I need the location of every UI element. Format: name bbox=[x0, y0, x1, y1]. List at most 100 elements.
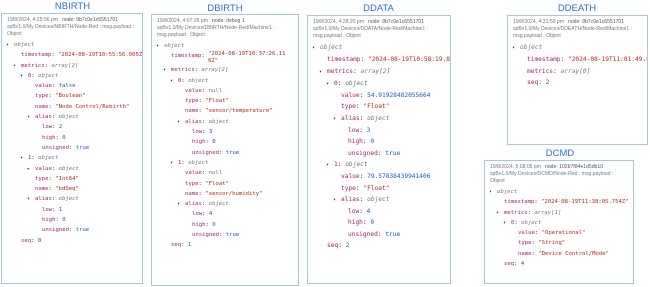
expand-toggle-icon[interactable]: ▾ bbox=[163, 65, 171, 75]
nbirth-payload-tree: ▾ object timestamp: "2024-08-19T10:55:56.0… bbox=[2, 38, 142, 246]
key-separator: : bbox=[51, 165, 59, 172]
property-key: unsigned bbox=[42, 144, 69, 151]
expand-toggle-icon[interactable]: ▾ bbox=[312, 43, 320, 54]
expand-toggle-icon[interactable]: ▾ bbox=[333, 195, 341, 206]
tree-row[interactable]: ▾ 1: object bbox=[312, 159, 450, 171]
expand-toggle-icon[interactable]: ▾ bbox=[20, 71, 28, 81]
property-key: unsigned bbox=[192, 232, 219, 239]
tree-row: name: "Device Control/Mode" bbox=[489, 249, 633, 259]
property-key: alias bbox=[341, 114, 360, 122]
tree-row[interactable]: ▾ 0: object bbox=[312, 78, 450, 90]
tree-row[interactable]: ▾ metrics: array[2] bbox=[312, 66, 450, 78]
tree-row[interactable]: ▾ object bbox=[512, 42, 647, 54]
property-key: name bbox=[185, 190, 199, 197]
key-separator: : bbox=[51, 114, 59, 121]
expand-toggle-icon[interactable]: ▾ bbox=[27, 112, 35, 122]
value-type: object bbox=[345, 160, 368, 168]
expand-toggle-icon[interactable]: ▾ bbox=[319, 67, 327, 78]
value-type: array[2] bbox=[360, 67, 391, 75]
expand-toggle-icon[interactable]: ▾ bbox=[496, 208, 504, 218]
property-value: 4 bbox=[366, 208, 371, 216]
tree-row[interactable]: ▾ 0: object bbox=[156, 76, 298, 86]
tree-row: seq: 2 bbox=[312, 240, 450, 251]
tree-row[interactable]: ▾ 0: object bbox=[6, 71, 142, 81]
expand-toggle-icon[interactable]: ▾ bbox=[489, 187, 497, 197]
property-value: 2 bbox=[545, 78, 550, 86]
value-type: array[2] bbox=[201, 67, 229, 74]
key-separator: : bbox=[359, 208, 367, 216]
tree-row[interactable]: ▾ object bbox=[6, 40, 142, 50]
value-type: object bbox=[320, 44, 343, 51]
tree-row[interactable]: ▾ object bbox=[489, 187, 633, 197]
value-type: object bbox=[367, 114, 390, 122]
tree-row[interactable]: ▾ 0: object bbox=[489, 218, 633, 228]
property-key: type bbox=[341, 103, 356, 111]
property-value: true bbox=[75, 144, 90, 151]
property-key: unsigned bbox=[42, 227, 69, 234]
expand-toggle-icon[interactable]: ▾ bbox=[503, 218, 511, 228]
tree-row[interactable]: ▾ alias: object bbox=[156, 199, 298, 209]
node-id[interactable]: node: debug 1 bbox=[212, 18, 245, 24]
key-separator: : bbox=[201, 87, 209, 94]
property-value: "2024-08-19T11:01:49.877Z" bbox=[567, 56, 647, 64]
tree-row: metrics: array[0] bbox=[512, 66, 647, 77]
tree-row: type: "Float" bbox=[312, 183, 450, 194]
property-key: low bbox=[348, 127, 360, 135]
tree-row[interactable]: ▾ metrics: array[1] bbox=[489, 208, 633, 218]
ddeath-header: 19/8/2024, 4:31:50 pm node: 9b7c0e1c65517… bbox=[508, 16, 647, 40]
tree-row[interactable]: ▾ alias: object bbox=[312, 113, 450, 125]
node-id[interactable]: node: 9b7c0e1c6551701 bbox=[368, 19, 424, 25]
tree-row[interactable]: ▾ alias: object bbox=[6, 112, 142, 122]
payload-type: Object bbox=[490, 178, 505, 184]
tree-row[interactable]: ▾ metrics: array[2] bbox=[156, 65, 298, 75]
expand-toggle-icon[interactable]: ▾ bbox=[326, 79, 334, 90]
property-value: true bbox=[385, 230, 401, 238]
node-id[interactable]: node: 102b7f84e1d5db10 bbox=[545, 164, 603, 170]
tree-row[interactable]: ▾ 1: object bbox=[6, 153, 142, 163]
dcmd-payload-tree: ▾ object timestamp: "2024-08-19T11:38:05.7… bbox=[485, 185, 633, 269]
property-key: type bbox=[185, 180, 199, 187]
property-key: timestamp bbox=[21, 52, 52, 59]
payload-type: msg.payload : Object bbox=[513, 33, 561, 39]
key-separator: : bbox=[359, 195, 368, 203]
tree-row: high: 0 bbox=[156, 220, 298, 230]
expand-toggle-icon[interactable]: ▾ bbox=[326, 160, 334, 171]
collapse-toggle-icon[interactable]: ▸ bbox=[27, 164, 35, 174]
property-key: unsigned bbox=[348, 230, 378, 238]
expand-toggle-icon[interactable]: ▾ bbox=[13, 61, 21, 71]
expand-toggle-icon[interactable]: ▾ bbox=[20, 153, 28, 163]
value-type: object bbox=[164, 43, 185, 49]
expand-toggle-icon[interactable]: ▾ bbox=[177, 199, 185, 209]
expand-toggle-icon[interactable]: ▾ bbox=[512, 43, 520, 54]
expand-toggle-icon[interactable]: ▾ bbox=[27, 194, 35, 204]
property-key: metrics bbox=[171, 67, 195, 74]
tree-row: high: 0 bbox=[156, 137, 298, 147]
tree-row[interactable]: ▾ object bbox=[312, 42, 450, 54]
tree-row[interactable]: ▾ 1: object bbox=[156, 158, 298, 168]
node-id[interactable]: node: 9b7c0e1c6551701 bbox=[568, 19, 624, 25]
tree-row[interactable]: ▸ value: object bbox=[6, 164, 142, 174]
expand-toggle-icon[interactable]: ▾ bbox=[170, 158, 178, 168]
expand-toggle-icon[interactable]: ▾ bbox=[170, 76, 178, 86]
tree-row[interactable]: ▾ object bbox=[156, 41, 298, 51]
payload-type: msg.payload : Object bbox=[313, 33, 361, 39]
value-type: object bbox=[367, 195, 390, 203]
tree-row[interactable]: ▾ alias: object bbox=[6, 194, 142, 204]
key-separator: : bbox=[359, 92, 368, 100]
property-key: high bbox=[42, 134, 56, 141]
tree-row[interactable]: ▾ alias: object bbox=[156, 117, 298, 127]
message-topic: spBv1.0/My Devices/NBIRTH/Node-Red : msg… bbox=[7, 24, 135, 30]
property-key: timestamp bbox=[504, 199, 535, 206]
expand-toggle-icon[interactable]: ▾ bbox=[177, 117, 185, 127]
value-type: object bbox=[208, 118, 229, 125]
tree-row: seq: 2 bbox=[512, 77, 647, 88]
node-id[interactable]: node: 9b7c0e1c6551701 bbox=[62, 17, 118, 23]
tree-row: low: 4 bbox=[156, 209, 298, 219]
property-value: "Node Control/Rebirth" bbox=[55, 103, 130, 110]
expand-toggle-icon[interactable]: ▾ bbox=[156, 41, 164, 51]
ddeath-debug-panel: 19/8/2024, 4:31:50 pm node: 9b7c0e1c65517… bbox=[507, 15, 648, 145]
tree-row[interactable]: ▾ metrics: array[2] bbox=[6, 61, 142, 71]
tree-row[interactable]: ▾ alias: object bbox=[312, 194, 450, 206]
expand-toggle-icon[interactable]: ▾ bbox=[333, 114, 341, 125]
expand-toggle-icon[interactable]: ▾ bbox=[6, 40, 14, 50]
